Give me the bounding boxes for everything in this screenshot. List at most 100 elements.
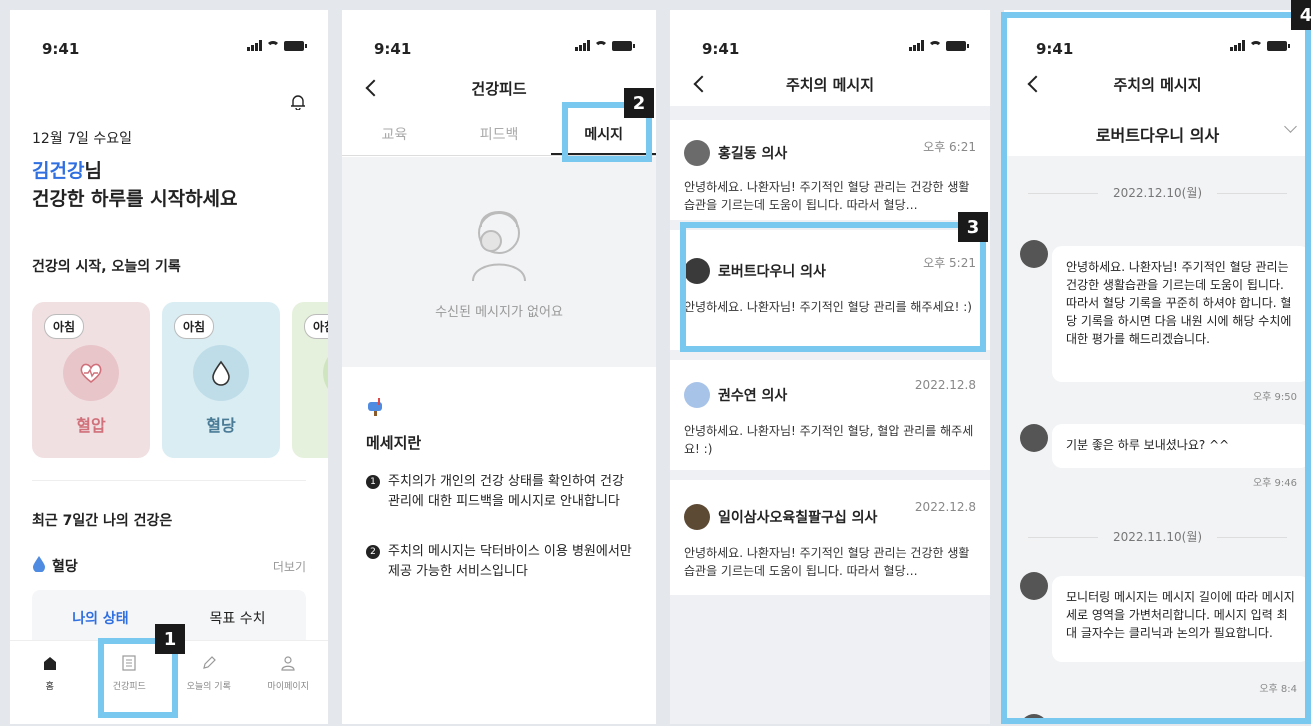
recent-title: 최근 7일간 나의 건강은 <box>32 513 173 529</box>
info-item-text: 주치의 메시지는 닥터바이스 이용 병원에서만 제공 가능한 서비스입니다 <box>388 544 632 579</box>
wifi-icon <box>928 40 942 51</box>
avatar <box>684 258 710 284</box>
tab-education[interactable]: 교육 <box>342 110 447 155</box>
info-item-text: 주치의가 개인의 건강 상태를 확인하여 건강 관리에 대한 피드백을 메시지로… <box>388 474 624 509</box>
wifi-icon <box>594 40 608 51</box>
message-preview: 안녕하세요. 나환자님! 주기적인 혈당 관리는 건강한 생활습관을 기르는데 … <box>684 546 970 578</box>
status-bar: 9:41 <box>1004 40 1311 60</box>
number-1-icon: 1 <box>366 475 380 489</box>
empty-text: 수신된 메시지가 없어요 <box>435 305 563 320</box>
info-item-1: 1 주치의가 개인의 건강 상태를 확인하여 건강 관리에 대한 피드백을 메시… <box>366 472 632 512</box>
message-item[interactable]: 홍길동 의사 오후 6:21 안녕하세요. 나환자님! 주기적인 혈당 관리는 … <box>670 120 990 220</box>
battery-icon <box>612 40 635 51</box>
tab-label: 홈 <box>45 682 54 692</box>
magnifier-person-icon <box>472 211 526 282</box>
section-title: 건강의 시작, 오늘의 기록 <box>32 259 181 275</box>
date-label: 12월 7일 수요일 <box>32 131 133 147</box>
card-circle <box>323 345 328 401</box>
bell-icon[interactable] <box>290 94 306 110</box>
chat-screen: 9:41 주치의 메시지 로버트다우니 의사 2022.12.10(월) 안녕하… <box>1004 10 1311 724</box>
person-icon <box>281 656 295 671</box>
avatar <box>684 504 710 530</box>
tab-home[interactable]: 홈 <box>10 641 90 724</box>
status-icons <box>575 40 635 51</box>
sender-row: 일이삼사오육칠팔구십 의사 <box>684 504 877 530</box>
toggle-goal[interactable]: 목표 수치 <box>169 608 306 628</box>
drop-icon <box>32 556 46 576</box>
status-time: 9:41 <box>1036 40 1074 58</box>
sender-row: 홍길동 의사 <box>684 140 787 166</box>
message-time: 오후 9:46 <box>1252 478 1297 489</box>
sender-row: 로버트다우니 의사 <box>684 258 826 284</box>
card-label: 혈당 <box>206 416 236 435</box>
wifi-icon <box>1249 40 1263 51</box>
step-badge-2: 2 <box>624 88 654 118</box>
status-time: 9:41 <box>702 40 740 58</box>
user-name: 김건강 <box>32 160 85 182</box>
doctor-avatar <box>1020 572 1048 600</box>
feed-tabs: 교육 피드백 메시지 <box>342 110 656 156</box>
mailbox-icon <box>368 398 382 416</box>
status-icons <box>909 40 969 51</box>
avatar <box>684 140 710 166</box>
greeting-name-line: 김건강님 <box>32 156 102 183</box>
empty-state: 수신된 메시지가 없어요 <box>342 157 656 367</box>
signal-icon <box>909 40 924 51</box>
page-title: 주치의 메시지 <box>785 76 875 94</box>
tab-feedback[interactable]: 피드백 <box>447 110 552 155</box>
status-bar: 9:41 <box>342 40 656 60</box>
card-blood-sugar[interactable]: 아침 혈당 <box>162 302 280 458</box>
chat-bubble: 모니터링 메시지는 메시지 길이에 따라 메시지 세로 영역을 가변처리합니다.… <box>1052 576 1310 662</box>
message-time: 2022.12.8 <box>914 500 976 514</box>
greeting-text: 건강한 하루를 시작하세요 <box>32 188 238 210</box>
tab-my-page[interactable]: 마이페이지 <box>249 641 329 724</box>
heart-icon <box>63 345 119 401</box>
more-link[interactable]: 더보기 <box>273 558 306 575</box>
battery-icon <box>284 40 307 51</box>
message-item[interactable]: 로버트다우니 의사 오후 5:21 안녕하세요. 나환자님! 주기적인 혈당 관… <box>670 230 990 350</box>
message-time: 오후 8:4 <box>1259 684 1297 695</box>
message-time: 오후 6:21 <box>923 140 976 154</box>
glucose-label: 혈당 <box>52 559 78 575</box>
status-time: 9:41 <box>42 40 80 58</box>
message-item[interactable]: 권수연 의사 2022.12.8 안녕하세요. 나환자님! 주기적인 혈당, 혈… <box>670 360 990 470</box>
pencil-icon <box>202 656 216 669</box>
divider <box>32 480 306 481</box>
message-preview: 안녕하세요. 나환자님! 주기적인 혈당 관리는 건강한 생활습관을 기르는데 … <box>684 180 970 212</box>
home-screen: 9:41 12월 7일 수요일 김건강님 건강한 하루를 시작하세요 건강의 시… <box>10 10 328 724</box>
card-partial[interactable]: 아침 <box>292 302 328 458</box>
card-label: 혈압 <box>76 416 106 435</box>
signal-icon <box>1230 40 1245 51</box>
toggle-my-status[interactable]: 나의 상태 <box>32 608 169 628</box>
sender-name: 권수연 의사 <box>718 388 788 404</box>
status-bar: 9:41 <box>10 40 328 60</box>
home-icon <box>43 657 56 670</box>
doctor-avatar <box>1020 240 1048 268</box>
card-blood-pressure[interactable]: 아침 혈압 <box>32 302 150 458</box>
step-badge-4: 4 <box>1291 0 1311 30</box>
doctor-selector[interactable]: 로버트다우니 의사 <box>1004 122 1311 146</box>
info-title: 메세지란 <box>366 434 422 452</box>
step-badge-1: 1 <box>155 624 185 654</box>
status-bar: 9:41 <box>670 40 990 60</box>
page-title: 주치의 메시지 <box>1113 76 1202 94</box>
document-icon <box>122 655 136 671</box>
doctor-avatar <box>1020 424 1048 452</box>
message-time: 2022.12.8 <box>914 378 976 392</box>
chat-bubble: 안녕하세요. 나환자님! 주기적인 혈당 관리는 건강한 생활습관을 기르는데 … <box>1052 246 1310 382</box>
status-icons <box>247 40 307 51</box>
step-badge-3: 3 <box>958 212 988 242</box>
sender-name: 일이삼사오육칠팔구십 의사 <box>718 510 878 526</box>
message-preview: 안녕하세요. 나환자님! 주기적인 혈당 관리를 해주세요! :) <box>684 300 972 314</box>
health-feed-screen: 9:41 건강피드 교육 피드백 메시지 수신된 메시지가 없어요 메세지란 1… <box>342 10 656 724</box>
drop-icon <box>193 345 249 401</box>
tab-label: 마이페이지 <box>267 682 309 692</box>
wifi-icon <box>266 40 280 51</box>
date-separator: 2022.12.10(월) <box>1028 184 1287 201</box>
message-item[interactable]: 일이삼사오육칠팔구십 의사 2022.12.8 안녕하세요. 나환자님! 주기적… <box>670 480 990 595</box>
battery-icon <box>946 40 969 51</box>
record-cards: 아침 혈압 아침 혈당 아침 <box>32 302 328 458</box>
signal-icon <box>575 40 590 51</box>
battery-icon <box>1267 40 1290 51</box>
number-2-icon: 2 <box>366 545 380 559</box>
